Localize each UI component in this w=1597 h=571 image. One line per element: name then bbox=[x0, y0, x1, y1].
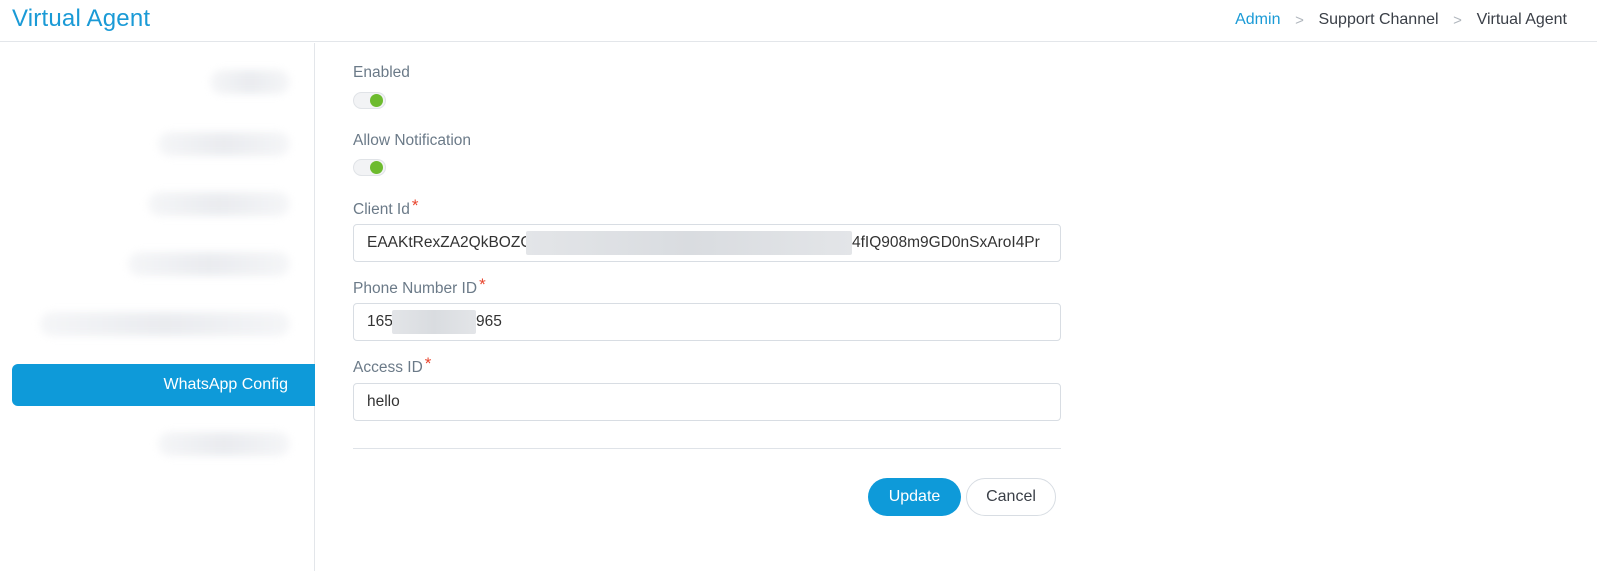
phone-number-id-value-start: 165 bbox=[367, 313, 393, 330]
sidebar-item-whatsapp-config[interactable]: WhatsApp Config bbox=[12, 364, 315, 406]
sidebar-item-blurred[interactable] bbox=[40, 312, 290, 336]
redacted-area bbox=[392, 310, 476, 334]
allow-notification-label: Allow Notification bbox=[353, 132, 472, 149]
redacted-area bbox=[526, 231, 852, 255]
breadcrumb-virtual-agent: Virtual Agent bbox=[1476, 11, 1567, 28]
client-id-label-text: Client Id bbox=[353, 201, 410, 218]
chevron-right-icon: > bbox=[1295, 11, 1304, 29]
access-id-label-text: Access ID bbox=[353, 359, 423, 376]
access-id-input[interactable]: hello bbox=[353, 383, 1061, 421]
toggle-knob bbox=[370, 161, 383, 174]
sidebar-item-blurred[interactable] bbox=[148, 192, 290, 216]
allow-notification-toggle[interactable] bbox=[353, 159, 386, 176]
sidebar-item-blurred[interactable] bbox=[158, 432, 290, 456]
phone-number-id-label-text: Phone Number ID bbox=[353, 280, 478, 297]
required-asterisk: * bbox=[424, 354, 432, 373]
sidebar-item-blurred[interactable] bbox=[128, 252, 290, 276]
phone-number-id-label: Phone Number ID * bbox=[353, 275, 486, 298]
page-header: Virtual Agent Admin > Support Channel > … bbox=[0, 0, 1597, 42]
sidebar: WhatsApp Config bbox=[0, 43, 315, 571]
breadcrumb-support-channel: Support Channel bbox=[1318, 11, 1439, 28]
required-asterisk: * bbox=[479, 275, 486, 294]
client-id-label: Client Id * bbox=[353, 196, 419, 219]
sidebar-item-blurred[interactable] bbox=[158, 132, 290, 156]
sidebar-item-blurred[interactable] bbox=[210, 70, 290, 94]
enabled-toggle[interactable] bbox=[353, 92, 386, 109]
client-id-value-start: EAAKtRexZA2QkBOZC bbox=[367, 234, 532, 251]
phone-number-id-input[interactable]: 165 965 bbox=[353, 303, 1061, 341]
client-id-input[interactable]: EAAKtRexZA2QkBOZC 4fIQ908m9GD0nSxAroI4Pr bbox=[353, 224, 1061, 262]
required-asterisk: * bbox=[411, 196, 419, 215]
toggle-knob bbox=[370, 94, 383, 107]
breadcrumb: Admin > Support Channel > Virtual Agent bbox=[1235, 11, 1567, 29]
client-id-value-end: 4fIQ908m9GD0nSxAroI4Pr bbox=[852, 234, 1040, 251]
cancel-button[interactable]: Cancel bbox=[966, 478, 1056, 516]
update-button[interactable]: Update bbox=[868, 478, 961, 516]
enabled-label: Enabled bbox=[353, 64, 410, 81]
access-id-label: Access ID * bbox=[353, 354, 432, 377]
form-divider bbox=[353, 448, 1061, 449]
chevron-right-icon: > bbox=[1453, 11, 1462, 29]
phone-number-id-value-end: 965 bbox=[476, 313, 502, 330]
breadcrumb-admin-link[interactable]: Admin bbox=[1235, 11, 1280, 29]
page-title: Virtual Agent bbox=[12, 5, 151, 32]
